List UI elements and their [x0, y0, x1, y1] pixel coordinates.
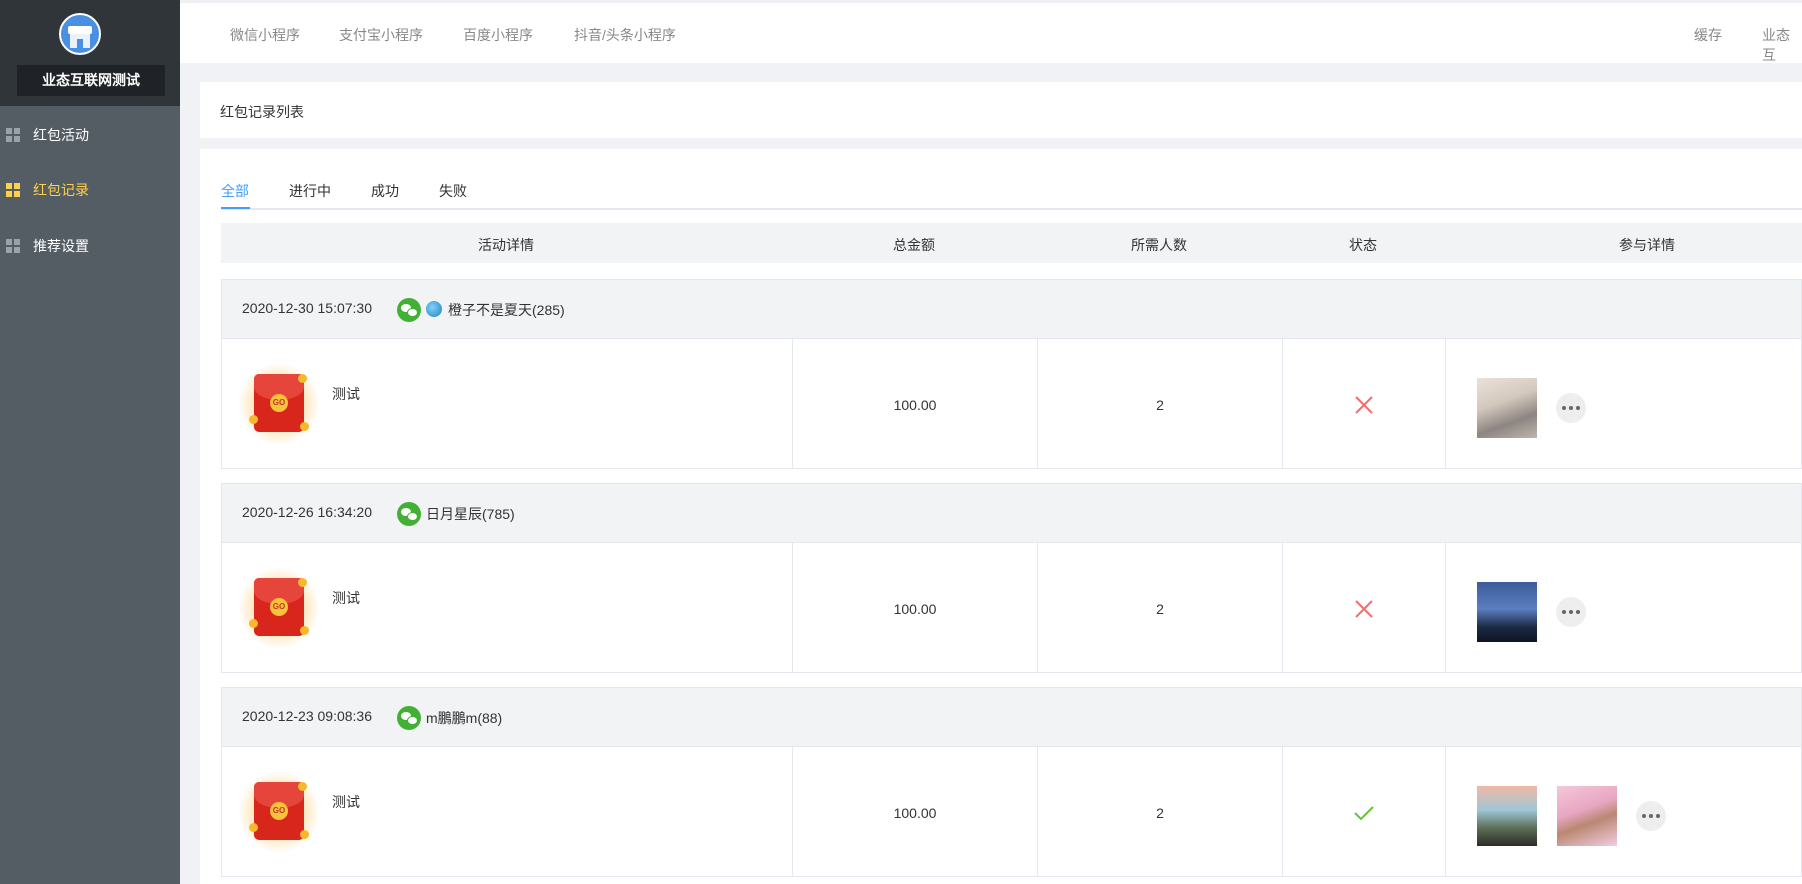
user-name[interactable]: 日月星辰(785) — [426, 504, 515, 524]
shop-logo-icon[interactable] — [59, 13, 101, 55]
record-row: 2020-12-30 15:07:30 橙子不是夏天(285) GO 测试 10… — [221, 279, 1802, 469]
top-link-alipay[interactable]: 支付宝小程序 — [339, 25, 423, 45]
red-packet-image: GO — [240, 564, 318, 652]
tab-all[interactable]: 全部 — [221, 181, 249, 201]
sidebar-item-label: 推荐设置 — [33, 238, 89, 254]
column-divider — [1282, 339, 1283, 469]
record-row: 2020-12-26 16:34:20 日月星辰(785) GO 测试 100.… — [221, 483, 1802, 673]
column-divider — [1445, 543, 1446, 673]
activity-name: 测试 — [332, 794, 360, 810]
total-amount: 100.00 — [893, 805, 937, 821]
column-divider — [792, 543, 793, 673]
grid-icon — [6, 128, 20, 142]
record-header: 2020-12-30 15:07:30 橙子不是夏天(285) — [222, 280, 1801, 339]
active-tab-indicator — [221, 207, 250, 209]
wechat-icon — [397, 706, 421, 730]
close-icon — [1355, 396, 1373, 414]
sidebar: 业态互联网测试 红包活动 红包记录 推荐设置 — [0, 0, 180, 884]
tab-in-progress[interactable]: 进行中 — [289, 181, 331, 201]
top-link-wechat[interactable]: 微信小程序 — [230, 25, 300, 45]
column-header: 状态 — [1349, 237, 1377, 253]
column-divider — [1037, 339, 1038, 469]
sidebar-item-redpacket-records[interactable]: 红包记录 — [0, 162, 180, 218]
tab-failed[interactable]: 失败 — [439, 181, 467, 201]
sidebar-item-label: 红包活动 — [33, 127, 89, 143]
column-divider — [1282, 747, 1283, 877]
page-title-card: 红包记录列表 — [200, 82, 1802, 138]
participant-avatar[interactable] — [1477, 582, 1537, 642]
required-people: 2 — [1156, 805, 1164, 821]
required-people: 2 — [1156, 601, 1164, 617]
top-link-baidu[interactable]: 百度小程序 — [463, 25, 533, 45]
activity-name: 测试 — [332, 590, 360, 606]
participant-avatar[interactable] — [1477, 378, 1537, 438]
column-divider — [1037, 543, 1038, 673]
close-icon — [1355, 600, 1373, 618]
wechat-icon — [397, 298, 421, 322]
record-header: 2020-12-23 09:08:36 m鵬鵬m(88) — [222, 688, 1801, 747]
total-amount: 100.00 — [893, 397, 937, 413]
top-navbar: 微信小程序 支付宝小程序 百度小程序 抖音/头条小程序 缓存 业态互 — [180, 0, 1802, 63]
check-icon — [1354, 806, 1374, 821]
more-icon[interactable] — [1556, 393, 1586, 423]
participant-avatar[interactable] — [1557, 786, 1617, 846]
column-divider — [1445, 747, 1446, 877]
column-divider — [1282, 543, 1283, 673]
sidebar-item-redpacket-activity[interactable]: 红包活动 — [0, 107, 180, 163]
sidebar-item-label: 红包记录 — [33, 182, 89, 198]
status-tabs: 全部 进行中 成功 失败 — [221, 149, 1802, 210]
column-divider — [792, 747, 793, 877]
activity-name: 测试 — [332, 386, 360, 402]
table-header: 活动详情 总金额 所需人数 状态 参与详情 — [221, 223, 1802, 263]
record-row: 2020-12-23 09:08:36 m鵬鵬m(88) GO 测试 100.0… — [221, 687, 1802, 877]
more-icon[interactable] — [1556, 597, 1586, 627]
sidebar-item-recommend-settings[interactable]: 推荐设置 — [0, 218, 180, 274]
user-name[interactable]: m鵬鵬m(88) — [426, 708, 502, 728]
top-link-douyin[interactable]: 抖音/头条小程序 — [574, 25, 676, 45]
grid-icon — [6, 239, 20, 253]
column-header: 参与详情 — [1619, 237, 1675, 253]
wechat-icon — [397, 502, 421, 526]
account-link[interactable]: 业态互 — [1762, 25, 1802, 65]
required-people: 2 — [1156, 397, 1164, 413]
column-header: 活动详情 — [478, 237, 534, 253]
participant-avatar[interactable] — [1477, 786, 1537, 846]
more-icon[interactable] — [1636, 801, 1666, 831]
total-amount: 100.00 — [893, 601, 937, 617]
column-header: 总金额 — [893, 237, 935, 253]
column-divider — [1445, 339, 1446, 469]
records-card: 全部 进行中 成功 失败 活动详情 总金额 所需人数 状态 参与详情 2020-… — [200, 149, 1802, 884]
grid-icon — [6, 183, 20, 197]
sidebar-header: 业态互联网测试 — [0, 0, 180, 106]
column-divider — [1037, 747, 1038, 877]
shop-name: 业态互联网测试 — [17, 65, 165, 96]
record-time: 2020-12-30 15:07:30 — [242, 300, 372, 316]
cache-link[interactable]: 缓存 — [1694, 25, 1722, 45]
record-time: 2020-12-23 09:08:36 — [242, 708, 372, 724]
tab-success[interactable]: 成功 — [371, 181, 399, 201]
red-packet-image: GO — [240, 360, 318, 448]
column-header: 所需人数 — [1131, 237, 1187, 253]
page-title: 红包记录列表 — [220, 104, 304, 120]
record-header: 2020-12-26 16:34:20 日月星辰(785) — [222, 484, 1801, 543]
user-avatar — [426, 301, 442, 317]
red-packet-image: GO — [240, 768, 318, 856]
user-name[interactable]: 橙子不是夏天(285) — [448, 300, 565, 320]
column-divider — [792, 339, 793, 469]
record-time: 2020-12-26 16:34:20 — [242, 504, 372, 520]
